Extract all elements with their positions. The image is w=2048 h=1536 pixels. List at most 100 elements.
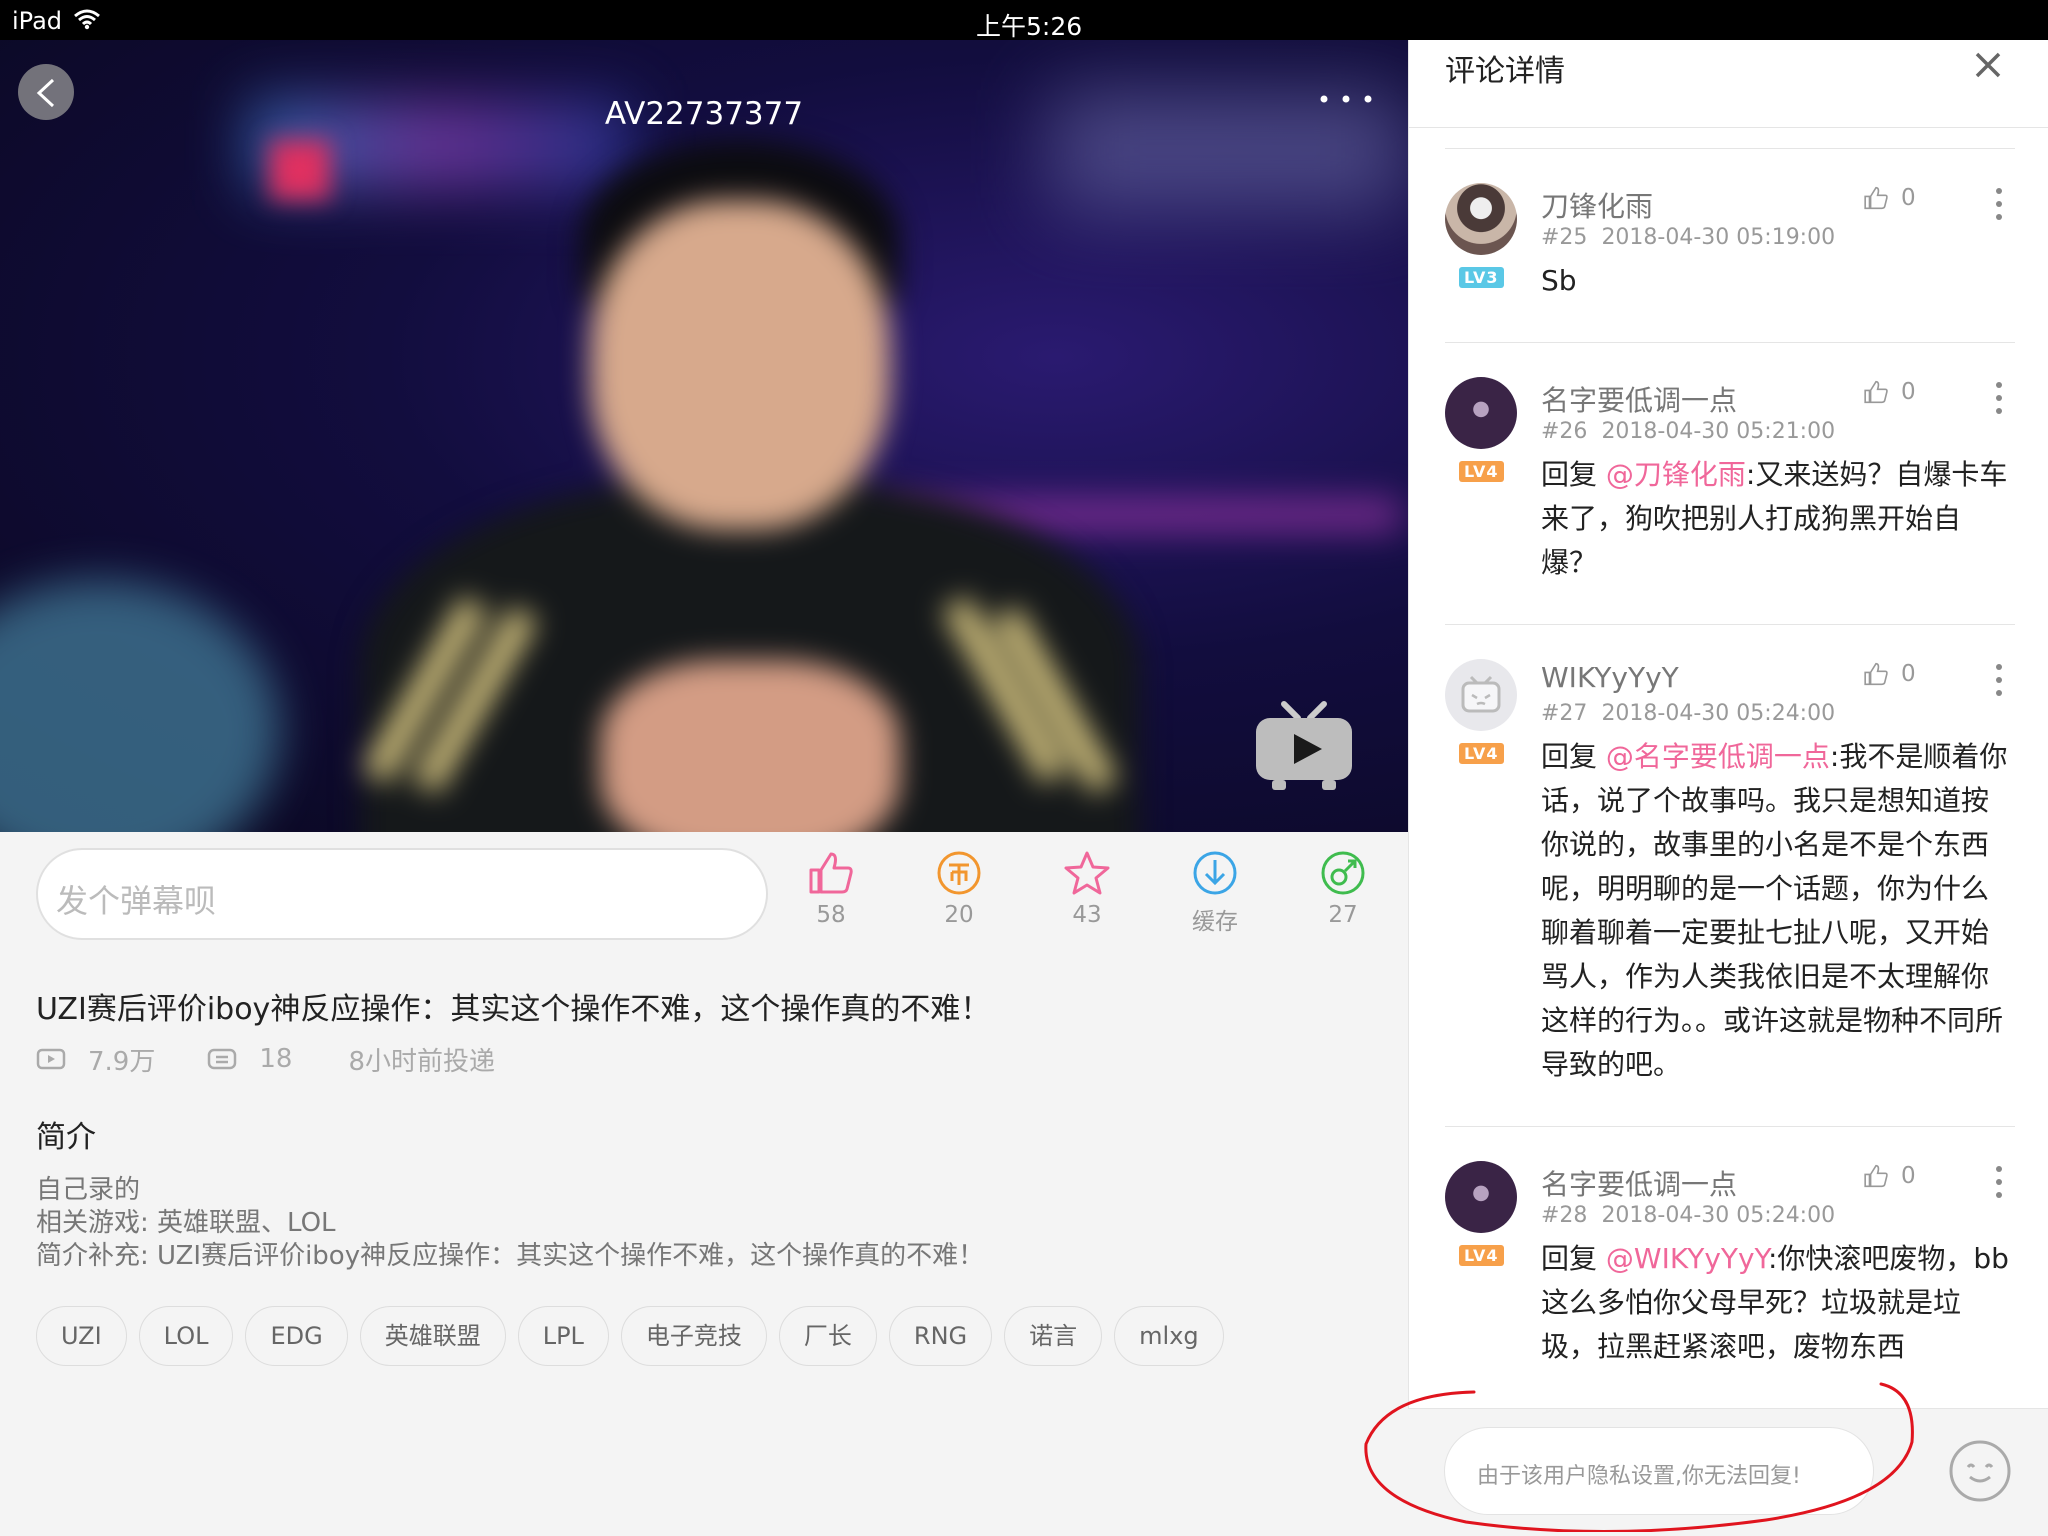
chair-shape [0,580,280,832]
tag-chip[interactable]: RNG [888,1306,993,1366]
tag-chip[interactable]: LPL [517,1306,609,1366]
comment-username[interactable]: 刀锋化雨 [1541,185,1653,225]
panel-title: 评论详情 [1445,54,1565,89]
level-badge: LV4 [1459,461,1504,482]
reply-prefix: 回复 [1541,1242,1606,1275]
comment-floor: #28 [1541,1203,1588,1228]
view-count: 7.9万 [88,1046,156,1077]
intro-line: 自己录的 [36,1175,141,1205]
comment-time: 2018-04-30 05:19:00 [1601,225,1836,250]
tag-chip[interactable]: EDG [245,1306,348,1366]
tag-chip[interactable]: mlxg [1114,1306,1224,1366]
comment-like-count: 0 [1901,185,1916,211]
tag-chip[interactable]: 电子竞技 [620,1306,767,1366]
mention-link[interactable]: @WIKYyYyY [1606,1242,1768,1275]
mention-link[interactable]: @名字要低调一点 [1606,740,1830,773]
comment-username[interactable]: 名字要低调一点 [1541,1163,1737,1203]
tag-chip[interactable]: LOL [138,1306,234,1366]
thumbs-up-icon [809,852,853,894]
status-bar: iPad 上午5:26 [0,0,2048,41]
danmaku-input[interactable]: 发个弹幕呗 [36,848,768,940]
level-badge: LV4 [1459,743,1504,764]
video-info: UZI赛后评价iboy神反应操作：其实这个操作不难，这个操作真的不难！ 7.9万… [0,956,1408,1386]
comment-like-count: 0 [1901,661,1916,687]
tag-chip[interactable]: UZI [36,1306,127,1366]
comment-time: 2018-04-30 05:21:00 [1601,419,1836,444]
tag-chip[interactable]: 诺言 [1004,1306,1103,1366]
comment-like-count: 0 [1901,379,1916,405]
bilibili-tv-icon[interactable] [1252,700,1356,792]
share-count: 27 [1328,902,1358,928]
comment-like-button[interactable]: 0 [1863,185,1916,211]
danmaku-count-icon [208,1048,237,1070]
comment-meta: #27 2018-04-30 05:24:00 [1541,701,1835,726]
favorite-count: 43 [1072,902,1102,928]
comment-meta: #25 2018-04-30 05:19:00 [1541,225,1835,250]
reply-prefix: 回复 [1541,458,1606,491]
cache-button[interactable]: 缓存 [1170,850,1260,936]
level-badge: LV4 [1459,1245,1504,1266]
comment-floor: #27 [1541,701,1588,726]
comment-like-button[interactable]: 0 [1863,379,1916,405]
intro-heading: 简介 [36,1120,96,1155]
thumbs-up-icon [1864,1164,1888,1188]
cache-label: 缓存 [1192,909,1238,935]
kebab-menu-icon[interactable] [1995,187,2003,221]
intro-line: 相关游戏: 英雄联盟、LOL [36,1208,336,1238]
kebab-menu-icon[interactable] [1995,663,2003,697]
tag-chip[interactable]: 厂长 [778,1306,877,1366]
comment-item: LV4 WIKYyYyY #27 2018-04-30 05:24:00 0 回… [1445,624,2015,1126]
video-person [300,120,1200,832]
play-count-icon [36,1048,66,1070]
clock: 上午5:26 [976,12,1083,41]
comment-like-button[interactable]: 0 [1863,661,1916,687]
comment-text: Sb [1541,259,2015,303]
tv-face-icon [1461,675,1501,713]
intro-line: 简介补充: UZI赛后评价iboy神反应操作：其实这个操作不难，这个操作真的不难… [36,1241,985,1271]
comment-floor: #26 [1541,419,1588,444]
mention-link[interactable]: @刀锋化雨 [1606,458,1746,491]
comment-floor: #25 [1541,225,1588,250]
thumbs-up-icon [1864,186,1888,210]
avatar[interactable] [1445,183,1517,255]
thumbs-up-icon [1864,380,1888,404]
like-button[interactable]: 58 [786,850,876,928]
device-label: iPad [12,7,63,35]
coin-button[interactable]: 20 [914,850,1004,928]
share-button[interactable]: 27 [1298,850,1388,928]
comment-username[interactable]: WIKYyYyY [1541,661,1679,694]
level-badge: LV3 [1459,267,1504,288]
video-player[interactable] [0,40,1408,832]
comment-body: Sb [1541,264,1577,297]
kebab-menu-icon[interactable] [1995,381,2003,415]
comment-text: 回复 @名字要低调一点:我不是顺着你话，说了个故事吗。我只是想知道按你说的，故事… [1541,735,2015,1087]
comment-item: LV3 刀锋化雨 #25 2018-04-30 05:19:00 0 Sb [1445,148,2015,342]
emoji-icon[interactable] [1948,1439,2012,1503]
comment-username[interactable]: 名字要低调一点 [1541,379,1737,419]
comment-meta: #28 2018-04-30 05:24:00 [1541,1203,1835,1228]
wifi-icon [74,9,100,30]
thumbs-up-icon [1864,662,1888,686]
post-time: 8小时前投递 [348,1046,495,1077]
comment-like-button[interactable]: 0 [1863,1163,1916,1189]
comment-time: 2018-04-30 05:24:00 [1601,701,1836,726]
comment-meta: #26 2018-04-30 05:21:00 [1541,419,1835,444]
comment-item: LV4 名字要低调一点 #26 2018-04-30 05:21:00 0 回复… [1445,342,2015,624]
danmaku-count: 18 [259,1044,293,1074]
close-icon[interactable] [1973,50,2003,80]
reply-input-disabled[interactable]: 由于该用户隐私设置,你无法回复! [1444,1427,1874,1515]
tag-chip[interactable]: 英雄联盟 [359,1306,506,1366]
comment-time: 2018-04-30 05:24:00 [1601,1203,1836,1228]
video-title: UZI赛后评价iboy神反应操作：其实这个操作不难，这个操作真的不难！ [36,992,991,1027]
more-options-icon[interactable] [1320,95,1372,103]
coin-count: 20 [944,902,974,928]
comment-detail-panel: 评论详情 LV3 刀锋化雨 #25 2018-04-30 05:19:00 0 … [1408,0,2048,1536]
tag-list: UZI LOL EDG 英雄联盟 LPL 电子竞技 厂长 RNG 诺言 mlxg [36,1306,1236,1366]
avatar-default-tv[interactable] [1445,659,1517,731]
favorite-button[interactable]: 43 [1042,850,1132,928]
avatar[interactable] [1445,377,1517,449]
comment-item: LV4 名字要低调一点 #28 2018-04-30 05:24:00 0 回复… [1445,1126,2015,1408]
avatar[interactable] [1445,1161,1517,1233]
reply-prefix: 回复 [1541,740,1606,773]
kebab-menu-icon[interactable] [1995,1165,2003,1199]
